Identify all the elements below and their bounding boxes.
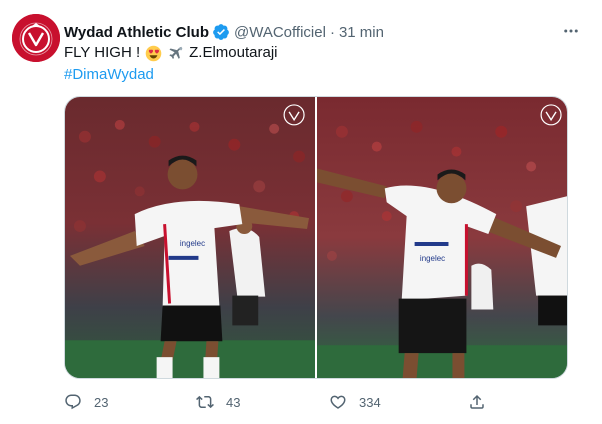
jersey-sponsor-2: ingelec [420, 254, 445, 263]
tweet-card[interactable]: Wydad Athletic Club @WACofficiel · 31 mi… [0, 0, 602, 424]
photo-2[interactable]: ingelec [317, 97, 567, 378]
verified-badge-icon [212, 23, 230, 41]
tweet-actions: 23 43 334 [64, 393, 504, 415]
share-icon [468, 393, 486, 411]
like-count: 334 [359, 394, 381, 410]
retweet-icon [196, 393, 214, 411]
photo-1[interactable]: ingelec [65, 97, 315, 378]
reply-button[interactable]: 23 [64, 393, 108, 411]
retweet-count: 43 [226, 394, 241, 410]
reply-count: 23 [94, 394, 109, 410]
more-icon[interactable] [560, 20, 582, 42]
avatar[interactable] [12, 14, 60, 62]
jersey-sponsor-1: ingelec [180, 239, 205, 248]
tweet-header: Wydad Athletic Club @WACofficiel · 31 mi… [64, 21, 582, 43]
author-handle[interactable]: @WACofficiel [234, 24, 326, 41]
hashtag-link[interactable]: #DimaWydad [64, 65, 154, 85]
airplane-emoji-icon [167, 45, 184, 62]
tweet-text-prefix: FLY HIGH ! [64, 44, 141, 61]
separator-dot: · [329, 23, 335, 41]
tweet-time[interactable]: 31 min [339, 24, 384, 41]
media-grid: ingelec ingelec [64, 96, 568, 379]
heart-eyes-emoji-icon [145, 45, 162, 62]
club-logo-icon [12, 14, 60, 62]
like-button[interactable]: 334 [329, 393, 381, 411]
author-name[interactable]: Wydad Athletic Club [64, 24, 209, 41]
share-button[interactable] [468, 393, 486, 411]
player-name: Z.Elmoutaraji [189, 44, 278, 61]
like-icon [329, 393, 347, 411]
retweet-button[interactable]: 43 [196, 393, 240, 411]
reply-icon [64, 393, 82, 411]
tweet-text: FLY HIGH ! Z.Elmoutaraji [64, 43, 278, 63]
